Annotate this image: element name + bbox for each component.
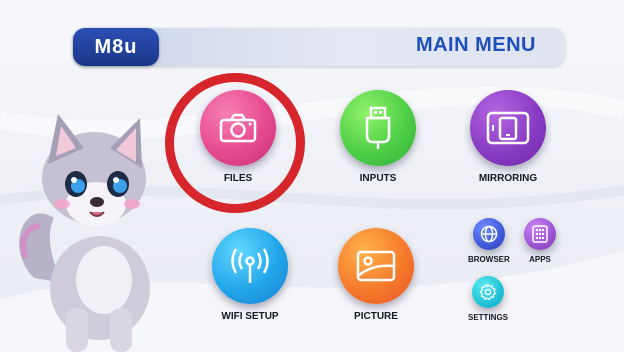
brand-logo: M8u — [73, 28, 159, 66]
usb-plug-icon — [365, 106, 391, 149]
apps-button[interactable] — [524, 218, 556, 250]
picture-label: PICTURE — [354, 311, 398, 322]
menu-item-browser[interactable]: BROWSER — [468, 218, 510, 264]
picture-icon — [356, 250, 396, 282]
wolf-puppy-mascot — [19, 114, 150, 352]
menu-item-inputs[interactable]: INPUTS — [340, 90, 416, 184]
menu-item-settings[interactable]: SETTINGS — [468, 276, 508, 322]
browser-button[interactable] — [472, 218, 505, 250]
wifi-setup-label: WIFI SETUP — [221, 311, 279, 322]
browser-label: BROWSER — [468, 255, 510, 264]
apps-label: APPS — [529, 255, 551, 264]
gear-icon — [479, 283, 497, 301]
menu-item-mirroring[interactable]: MIRRORING — [470, 90, 546, 184]
menu-item-wifi-setup[interactable]: WIFI SETUP — [212, 228, 288, 322]
inputs-label: INPUTS — [359, 173, 397, 184]
settings-label: SETTINGS — [468, 313, 509, 322]
settings-button[interactable] — [472, 276, 504, 308]
picture-button[interactable] — [338, 228, 414, 304]
menu-item-picture[interactable]: PICTURE — [338, 228, 414, 322]
tablet-phone-icon — [486, 111, 530, 145]
menu-item-apps[interactable]: APPS — [524, 218, 556, 264]
apps-grid-icon — [532, 225, 548, 243]
wifi-antenna-icon — [231, 248, 269, 283]
globe-icon — [480, 225, 498, 243]
mirroring-label: MIRRORING — [478, 173, 538, 184]
page-title: MAIN MENU — [415, 34, 536, 56]
selection-highlight-ring — [165, 73, 305, 213]
inputs-button[interactable] — [340, 90, 416, 166]
mirroring-button[interactable] — [470, 90, 546, 166]
wifi-setup-button[interactable] — [212, 228, 288, 304]
